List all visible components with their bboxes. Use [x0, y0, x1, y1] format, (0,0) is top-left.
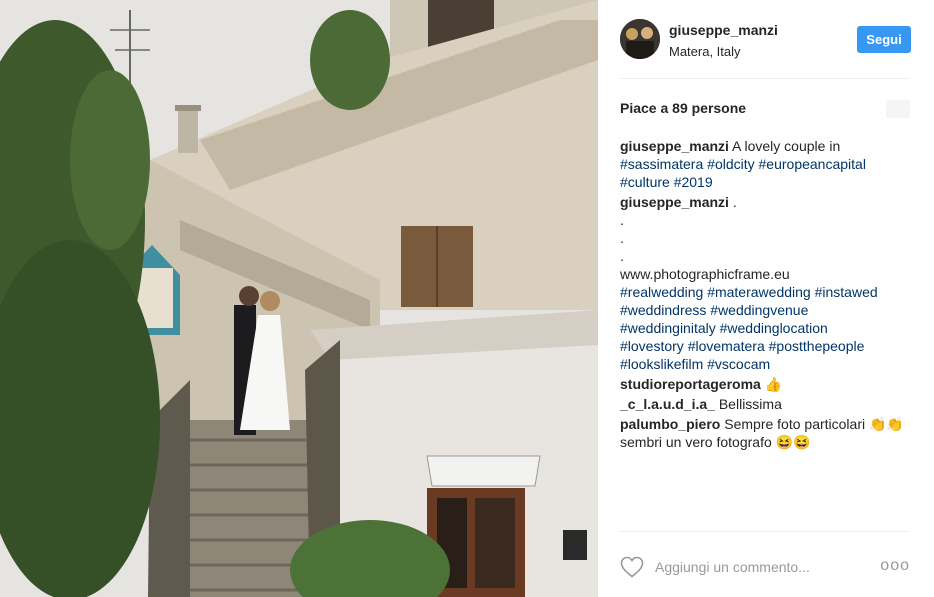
hashtag[interactable]: #lovematera: [688, 338, 765, 354]
avatar-image-icon: [620, 19, 660, 59]
header-location[interactable]: Matera, Italy: [669, 44, 741, 59]
hashtag[interactable]: #instawed: [815, 284, 878, 300]
comment-text: 👍: [764, 376, 783, 392]
follow-button[interactable]: Segui: [857, 26, 911, 53]
header-username[interactable]: giuseppe_manzi: [669, 22, 778, 38]
heart-outline-icon[interactable]: [620, 556, 644, 578]
avatar[interactable]: [620, 19, 660, 59]
website-link[interactable]: www.photographicframe.eu: [620, 266, 790, 282]
post-footer: Aggiungi un commento... ooo: [620, 531, 910, 597]
comment-text: A lovely couple in: [732, 138, 841, 154]
comment-item: giuseppe_manzi A lovely couple in #sassi…: [620, 137, 910, 191]
hashtag[interactable]: #weddingvenue: [710, 302, 808, 318]
post-photo[interactable]: [0, 0, 598, 597]
hashtag[interactable]: #europeancapital: [759, 156, 866, 172]
post-header: giuseppe_manzi Matera, Italy Segui: [620, 0, 911, 79]
comment-line: .: [620, 212, 624, 228]
comment-item: _c_l.a.u.d_i.a_ Bellissima: [620, 395, 910, 413]
hashtag[interactable]: #2019: [674, 174, 713, 190]
hashtag[interactable]: #lovestory: [620, 338, 684, 354]
post-sidebar: giuseppe_manzi Matera, Italy Segui Piace…: [598, 0, 934, 597]
likes-count[interactable]: Piace a 89 persone: [620, 100, 746, 116]
comment-item: giuseppe_manzi . . . . www.photographicf…: [620, 193, 910, 373]
hashtag[interactable]: #realwedding: [620, 284, 703, 300]
comments-list: giuseppe_manzi A lovely couple in #sassi…: [620, 137, 910, 453]
hashtag[interactable]: #culture: [620, 174, 670, 190]
hashtag[interactable]: #vscocam: [707, 356, 770, 372]
wedding-photo-illustration: [0, 0, 598, 597]
comment-text: Bellissima: [718, 396, 782, 412]
hashtag[interactable]: #postthepeople: [769, 338, 865, 354]
hashtag[interactable]: #weddinglocation: [720, 320, 828, 336]
hashtag[interactable]: #weddindress: [620, 302, 706, 318]
comment-line: .: [620, 230, 624, 246]
hashtag[interactable]: #weddinginitaly: [620, 320, 716, 336]
comment-username[interactable]: giuseppe_manzi: [620, 138, 729, 154]
hashtag[interactable]: #oldcity: [707, 156, 754, 172]
comment-item: studioreportageroma 👍: [620, 375, 910, 393]
comment-username[interactable]: _c_l.a.u.d_i.a_: [620, 396, 715, 412]
comment-username[interactable]: palumbo_piero: [620, 416, 720, 432]
comment-username[interactable]: studioreportageroma: [620, 376, 761, 392]
hashtag[interactable]: #sassimatera: [620, 156, 703, 172]
hashtag[interactable]: #materawedding: [707, 284, 811, 300]
comment-text: .: [732, 194, 737, 210]
comment-input[interactable]: Aggiungi un commento...: [655, 559, 810, 575]
hashtag[interactable]: #lookslikefilm: [620, 356, 703, 372]
comment-line: .: [620, 248, 624, 264]
likes-shade: [886, 100, 910, 118]
instagram-post: giuseppe_manzi Matera, Italy Segui Piace…: [0, 0, 934, 597]
comment-username[interactable]: giuseppe_manzi: [620, 194, 729, 210]
comment-item: palumbo_piero Sempre foto particolari 👏👏…: [620, 415, 910, 451]
more-options-icon[interactable]: ooo: [880, 557, 910, 575]
